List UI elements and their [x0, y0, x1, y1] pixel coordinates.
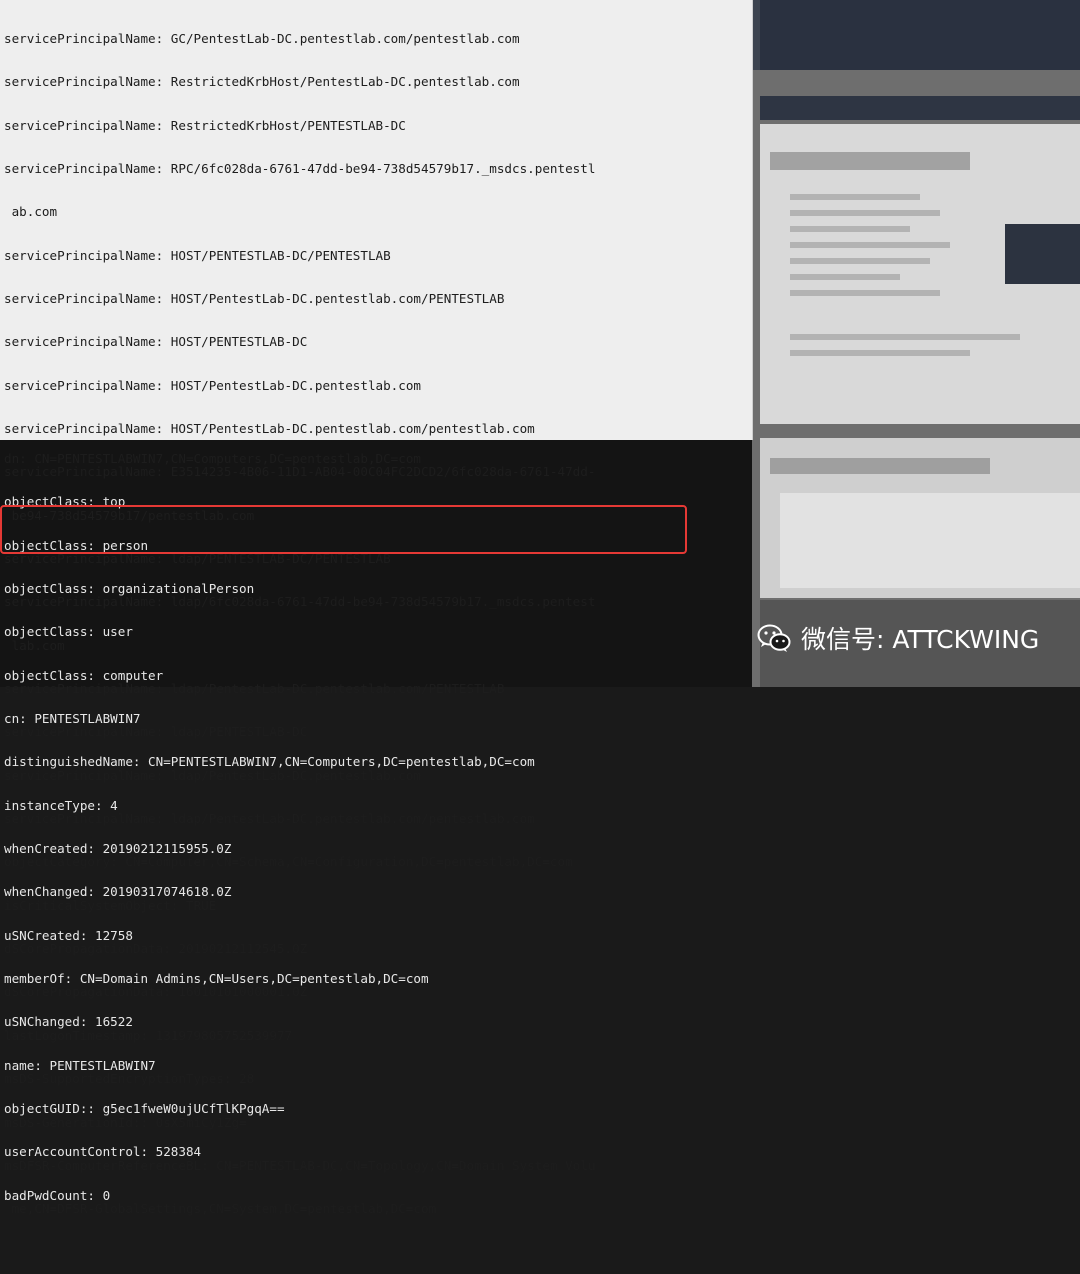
- terminal-line: whenCreated: 20190212115955.0Z: [4, 841, 232, 856]
- terminal-line-instance-type: instanceType: 4: [4, 797, 118, 813]
- terminal-line: servicePrincipalName: GC/PentestLab-DC.p…: [4, 30, 520, 46]
- terminal-line: memberOf: CN=Domain Admins,CN=Users,DC=p…: [4, 971, 429, 987]
- terminal-line: servicePrincipalName: HOST/PENTESTLAB-DC…: [4, 247, 391, 263]
- background-browser-window: [700, 0, 1080, 687]
- terminal-line-distinguished-name: distinguishedName: CN=PENTESTLABWIN7,CN=…: [4, 754, 535, 770]
- terminal-line: badPwdCount: 0: [4, 1187, 111, 1203]
- terminal-line-dn: dn: CN=PENTESTLABWIN7,CN=Computers,DC=pe…: [4, 450, 422, 466]
- terminal-line: objectGUID:: g5ec1fweW0ujUCfTlKPgqA==: [4, 1101, 285, 1117]
- terminal-line: uSNChanged: 16522: [4, 1014, 133, 1030]
- terminal-line: uSNCreated: 12758: [4, 927, 133, 943]
- terminal-line: servicePrincipalName: RPC/6fc028da-6761-…: [4, 160, 596, 176]
- terminal-line-cn: cn: PENTESTLABWIN7: [4, 710, 141, 726]
- terminal-line: ab.com: [4, 204, 58, 220]
- terminal-line: objectClass: user: [4, 624, 133, 640]
- terminal-line: whenChanged: 20190317074618.0Z: [4, 884, 232, 900]
- background-panel: [760, 124, 1080, 424]
- terminal-line: objectClass: organizationalPerson: [4, 580, 255, 596]
- terminal-line: servicePrincipalName: RestrictedKrbHost/…: [4, 74, 520, 90]
- terminal-line: userAccountControl: 528384: [4, 1144, 202, 1160]
- terminal-line: servicePrincipalName: HOST/PentestLab-DC…: [4, 377, 422, 393]
- terminal-line: objectClass: computer: [4, 667, 164, 683]
- watermark-text: 微信号: ATTCKWING: [801, 625, 1040, 654]
- terminal-line: servicePrincipalName: RestrictedKrbHost/…: [4, 117, 406, 133]
- terminal-line: servicePrincipalName: HOST/PentestLab-DC…: [4, 290, 505, 306]
- terminal-line: servicePrincipalName: HOST/PENTESTLAB-DC: [4, 334, 308, 350]
- terminal-line: name: PENTESTLABWIN7: [4, 1057, 156, 1073]
- background-lower-panel: [760, 438, 1080, 598]
- highlight-box: [0, 505, 687, 554]
- watermark: 微信号: ATTCKWING: [757, 620, 1039, 656]
- wechat-icon: [757, 624, 791, 652]
